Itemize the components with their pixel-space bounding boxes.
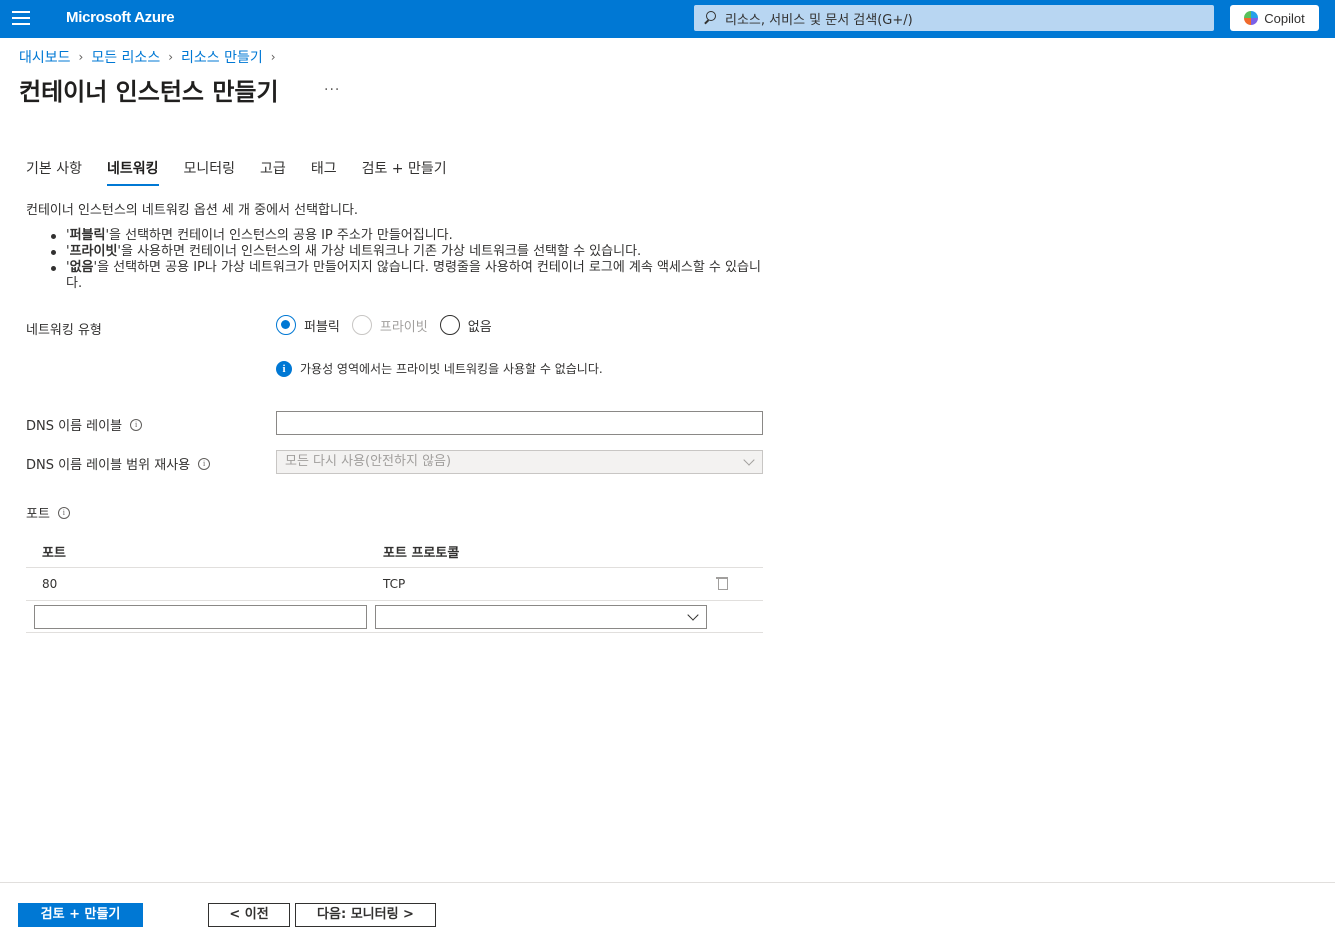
copilot-label: Copilot — [1264, 10, 1305, 26]
dns-scope-value: 모든 다시 사용(안전하지 않음) — [285, 454, 452, 469]
tab-advanced[interactable]: 고급 — [260, 158, 286, 186]
chevron-down-icon — [687, 609, 699, 621]
new-port-input[interactable] — [34, 605, 367, 629]
column-header-protocol: 포트 프로토콜 — [383, 546, 460, 561]
search-placeholder: 리소스, 서비스 및 문서 검색(G+/) — [725, 12, 913, 28]
dns-label-text: DNS 이름 레이블 — [26, 419, 123, 434]
new-protocol-dropdown[interactable] — [375, 605, 707, 629]
info-filled-icon: i — [276, 360, 292, 377]
review-create-button[interactable]: 검토 + 만들기 — [18, 903, 143, 927]
page-title: 컨테이너 인스턴스 만들기 — [19, 78, 279, 106]
previous-button[interactable]: < 이전 — [208, 903, 290, 927]
chevron-right-icon: › — [168, 50, 174, 64]
copilot-button[interactable]: Copilot — [1230, 5, 1319, 31]
networking-type-label: 네트워킹 유형 — [26, 323, 102, 338]
ports-section-label: 포트 i — [26, 503, 70, 522]
radio-circle — [439, 315, 460, 335]
availability-zone-notice: i 가용성 영역에서는 프라이빗 네트워킹을 사용할 수 없습니다. — [276, 360, 603, 377]
radio-public-label: 퍼블릭 — [304, 319, 340, 335]
bullet-bold-text: 퍼블릭 — [69, 228, 106, 243]
bullet-text: '을 선택하면 컨테이너 인스턴스의 공용 IP 주소가 만들어집니다. — [105, 228, 453, 243]
networking-type-radio-group: 퍼블릭 프라이빗 없음 — [276, 315, 504, 335]
chevron-down-icon — [743, 454, 755, 466]
breadcrumb: 대시보드 › 모든 리소스 › 리소스 만들기 › — [19, 47, 284, 67]
info-icon[interactable]: i — [57, 506, 70, 519]
breadcrumb-all-resources[interactable]: 모든 리소스 — [91, 47, 160, 67]
list-item: '프라이빗'을 사용하면 컨테이너 인스턴스의 새 가상 네트워크나 기존 가상… — [48, 244, 768, 260]
radio-circle — [351, 315, 372, 335]
table-row: 80 TCP — [26, 568, 763, 601]
radio-private: 프라이빗 — [351, 315, 428, 335]
tab-review-create[interactable]: 검토 + 만들기 — [362, 158, 447, 186]
tab-networking[interactable]: 네트워킹 — [106, 158, 159, 186]
networking-options-list: '퍼블릭'을 선택하면 컨테이너 인스턴스의 공용 IP 주소가 만들어집니다.… — [48, 228, 768, 292]
dns-scope-field-label: DNS 이름 레이블 범위 재사용 i — [26, 454, 211, 473]
bullet-bold-text: 프라이빗 — [69, 244, 118, 259]
tab-tags[interactable]: 태그 — [311, 158, 337, 186]
list-item: '없음'을 선택하면 공용 IP나 가상 네트워크가 만들어지지 않습니다. 명… — [48, 260, 768, 292]
table-header: 포트 포트 프로토콜 — [26, 533, 763, 568]
delete-trash-icon[interactable] — [716, 576, 728, 590]
radio-none-label: 없음 — [467, 319, 492, 335]
tab-monitoring[interactable]: 모니터링 — [184, 158, 236, 186]
chevron-right-icon: › — [270, 50, 276, 64]
breadcrumb-create-resource[interactable]: 리소스 만들기 — [181, 47, 263, 67]
radio-public[interactable]: 퍼블릭 — [276, 315, 340, 335]
radio-none[interactable]: 없음 — [439, 315, 492, 335]
top-bar: Microsoft Azure 리소스, 서비스 및 문서 검색(G+/) Co… — [0, 0, 1335, 38]
new-port-row — [26, 601, 763, 633]
dns-scope-dropdown: 모든 다시 사용(안전하지 않음) — [276, 450, 763, 474]
bullet-text: '을 선택하면 공용 IP나 가상 네트워크가 만들어지지 않습니다. 명령줄을… — [66, 260, 761, 291]
bullet-bold-text: 없음 — [69, 260, 94, 275]
radio-circle — [276, 315, 296, 335]
dns-label-input[interactable] — [276, 411, 763, 435]
global-search-input[interactable]: 리소스, 서비스 및 문서 검색(G+/) — [694, 5, 1214, 31]
copilot-icon — [1244, 11, 1259, 25]
dns-scope-label-text: DNS 이름 레이블 범위 재사용 — [26, 458, 191, 473]
chevron-right-icon: › — [78, 50, 84, 64]
info-icon[interactable]: i — [198, 457, 211, 470]
search-icon — [703, 11, 717, 25]
list-item: '퍼블릭'을 선택하면 컨테이너 인스턴스의 공용 IP 주소가 만들어집니다. — [48, 228, 768, 244]
bullet-text: '을 사용하면 컨테이너 인스턴스의 새 가상 네트워크나 기존 가상 네트워크… — [117, 244, 642, 259]
port-value: 80 — [42, 577, 58, 591]
ports-table: 포트 포트 프로토콜 80 TCP — [26, 533, 763, 633]
radio-private-label: 프라이빗 — [379, 319, 428, 335]
brand-title[interactable]: Microsoft Azure — [66, 9, 175, 26]
column-header-port: 포트 — [42, 546, 66, 561]
footer-divider — [0, 882, 1335, 883]
ports-label-text: 포트 — [26, 507, 50, 522]
info-icon[interactable]: i — [130, 418, 143, 431]
hamburger-menu-icon[interactable] — [12, 11, 30, 27]
notice-text: 가용성 영역에서는 프라이빗 네트워킹을 사용할 수 없습니다. — [300, 362, 603, 376]
intro-text: 컨테이너 인스턴스의 네트워킹 옵션 세 개 중에서 선택합니다. — [26, 203, 359, 218]
next-monitoring-button[interactable]: 다음: 모니터링 > — [295, 903, 436, 927]
more-options-icon[interactable]: ··· — [324, 82, 340, 98]
breadcrumb-dashboard[interactable]: 대시보드 — [19, 47, 71, 67]
wizard-tabs: 기본 사항 네트워킹 모니터링 고급 태그 검토 + 만들기 — [26, 158, 472, 186]
tab-basics[interactable]: 기본 사항 — [26, 158, 82, 186]
dns-label-field-label: DNS 이름 레이블 i — [26, 415, 143, 434]
protocol-value: TCP — [383, 577, 406, 591]
